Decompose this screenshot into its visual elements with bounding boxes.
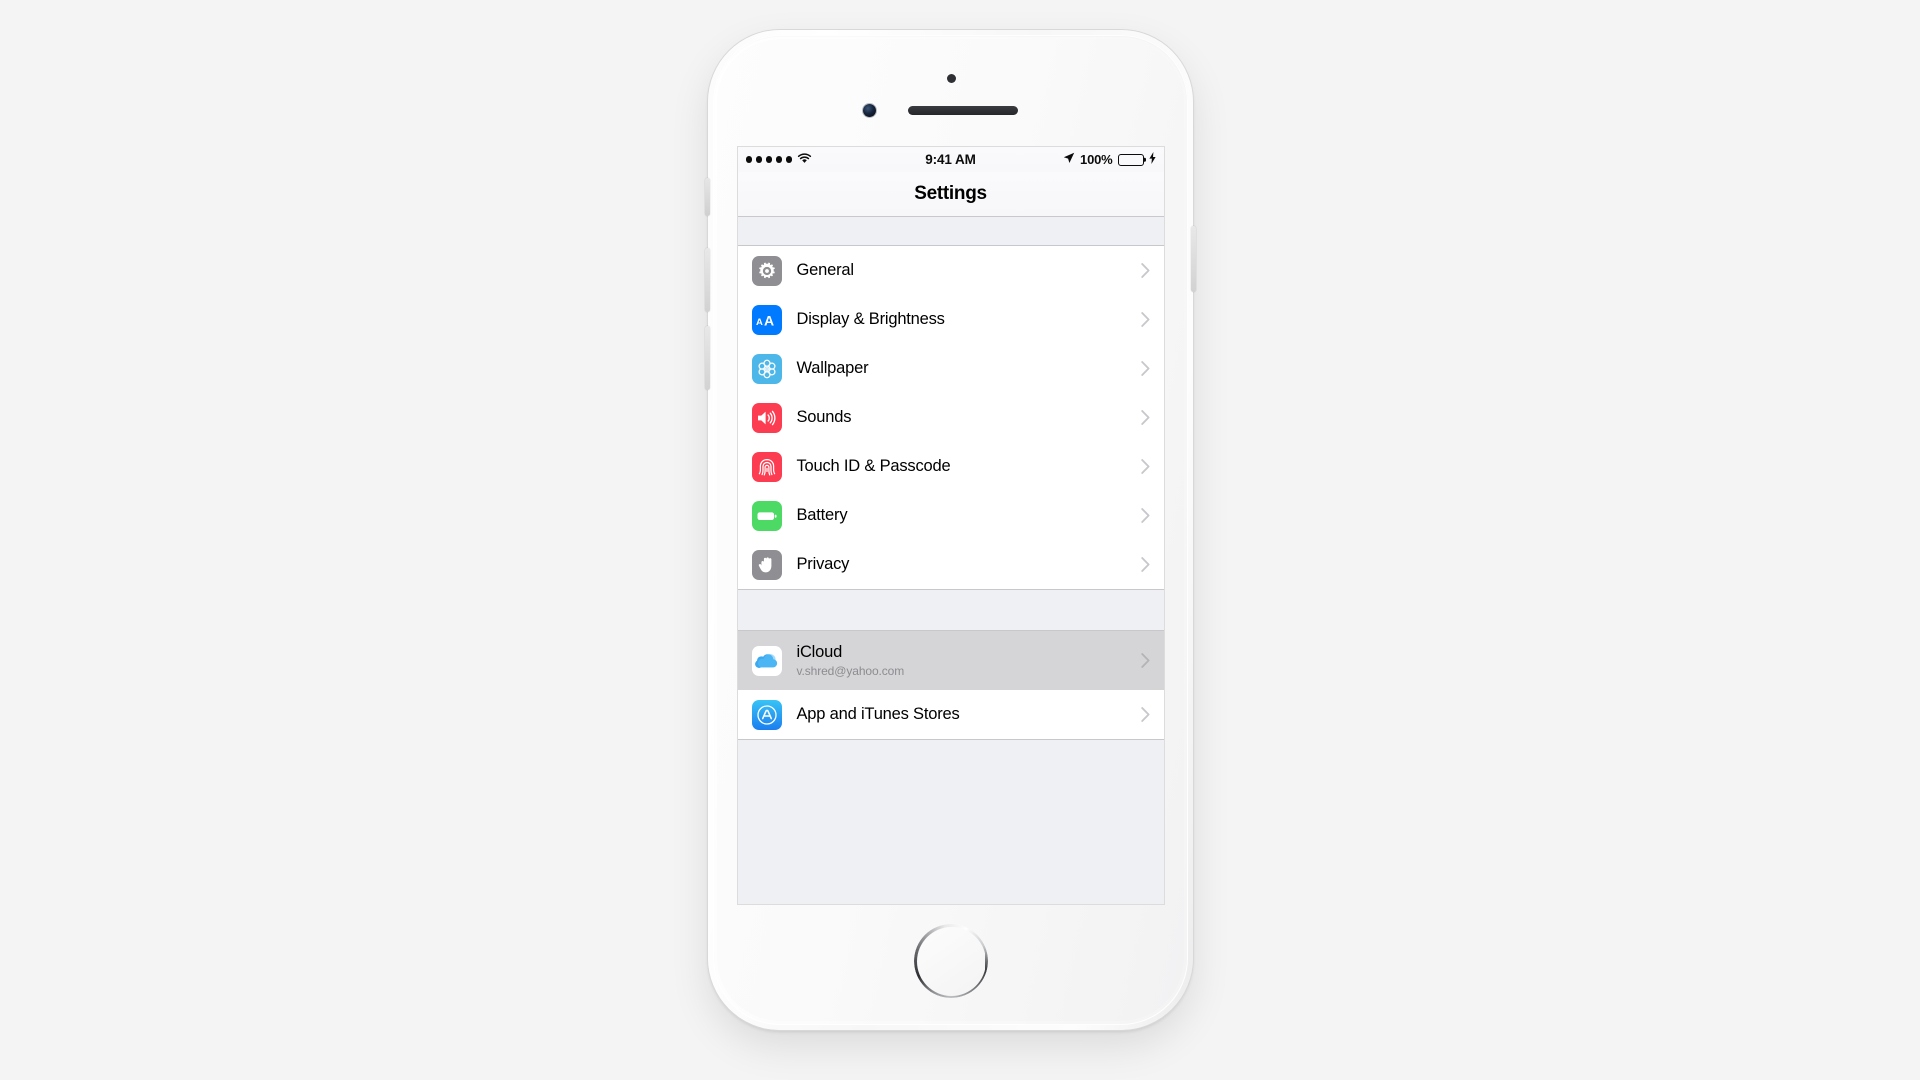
row-body: Privacy <box>797 555 1141 574</box>
row-body: Touch ID & Passcode <box>797 457 1141 476</box>
settings-row-sounds[interactable]: Sounds <box>737 393 1164 442</box>
row-body: App and iTunes Stores <box>797 705 1141 724</box>
settings-row-label: Privacy <box>796 555 850 574</box>
chevron-right-icon <box>1140 508 1150 523</box>
phone-screen: 9:41 AM 100% Settings General A A Displa… <box>737 147 1164 904</box>
front-camera-icon <box>862 104 876 117</box>
battery-percent-label: 100% <box>1080 152 1113 167</box>
row-body: Display & Brightness <box>797 310 1141 329</box>
svg-text:A: A <box>756 317 763 328</box>
text-size-icon: A A <box>751 304 782 335</box>
chevron-right-icon <box>1140 459 1150 474</box>
settings-row-wallpaper[interactable]: Wallpaper <box>737 344 1164 393</box>
settings-row-label: Battery <box>796 506 848 525</box>
page-title: Settings <box>914 183 987 204</box>
iphone-device: 9:41 AM 100% Settings General A A Displa… <box>705 30 1196 1030</box>
proximity-sensor-icon <box>946 74 956 83</box>
settings-row-label: iCloud <box>796 642 843 661</box>
screenshot-canvas: 9:41 AM 100% Settings General A A Displa… <box>0 0 1920 1080</box>
chevron-right-icon <box>1140 312 1150 327</box>
battery-icon <box>1117 153 1144 166</box>
settings-row-app-and-itunes-stores[interactable]: App and iTunes Stores <box>737 690 1164 739</box>
chevron-right-icon <box>1140 263 1150 278</box>
gear-icon <box>751 255 782 286</box>
power-button[interactable] <box>1191 226 1196 292</box>
section-spacer-middle <box>737 590 1164 630</box>
row-body: Sounds <box>797 408 1141 427</box>
settings-section-accounts: iCloud v.shred@yahoo.com App and iTunes … <box>737 630 1164 740</box>
svg-text:A: A <box>764 312 774 328</box>
app-store-icon <box>751 699 782 730</box>
home-button[interactable] <box>913 924 988 998</box>
chevron-right-icon <box>1140 557 1150 572</box>
settings-row-battery[interactable]: Battery <box>737 491 1164 540</box>
settings-row-icloud[interactable]: iCloud v.shred@yahoo.com <box>737 631 1164 690</box>
settings-row-label: App and iTunes Stores <box>796 705 960 724</box>
chevron-right-icon <box>1140 410 1150 425</box>
row-body: Battery <box>797 506 1141 525</box>
volume-down-button[interactable] <box>705 326 710 390</box>
icloud-account-email: v.shred@yahoo.com <box>796 664 905 679</box>
navigation-bar: Settings <box>737 172 1164 217</box>
status-bar: 9:41 AM 100% <box>737 147 1164 172</box>
settings-table[interactable]: General A A Display & Brightness Wallpap… <box>737 217 1164 904</box>
chevron-right-icon <box>1140 653 1150 668</box>
settings-row-label: General <box>796 261 855 280</box>
chevron-right-icon <box>1140 361 1150 376</box>
chevron-right-icon <box>1140 707 1150 722</box>
settings-row-display-and-brightness[interactable]: A A Display & Brightness <box>737 295 1164 344</box>
earpiece-speaker-icon <box>907 106 1018 115</box>
row-body: General <box>797 261 1141 280</box>
status-bar-right: 100% <box>1063 152 1156 167</box>
settings-row-label: Touch ID & Passcode <box>796 457 951 476</box>
flower-icon <box>751 353 782 384</box>
settings-row-label: Sounds <box>796 408 852 427</box>
icloud-icon <box>751 645 782 676</box>
row-body: Wallpaper <box>797 359 1141 378</box>
settings-row-label: Wallpaper <box>796 359 869 378</box>
row-body: iCloud v.shred@yahoo.com <box>797 643 1141 679</box>
settings-row-privacy[interactable]: Privacy <box>737 540 1164 589</box>
fingerprint-icon <box>751 451 782 482</box>
mute-switch[interactable] <box>705 178 710 216</box>
section-spacer-bottom <box>737 740 1164 768</box>
location-arrow-icon <box>1063 152 1075 167</box>
volume-up-button[interactable] <box>705 248 710 312</box>
settings-row-touch-id-and-passcode[interactable]: Touch ID & Passcode <box>737 442 1164 491</box>
section-spacer-top <box>737 217 1164 245</box>
speaker-icon <box>751 402 782 433</box>
battery-icon <box>751 500 782 531</box>
lightning-bolt-icon <box>1148 152 1156 167</box>
hand-icon <box>751 549 782 580</box>
settings-row-label: Display & Brightness <box>796 310 945 329</box>
settings-row-general[interactable]: General <box>737 246 1164 295</box>
settings-section-system: General A A Display & Brightness Wallpap… <box>737 245 1164 590</box>
